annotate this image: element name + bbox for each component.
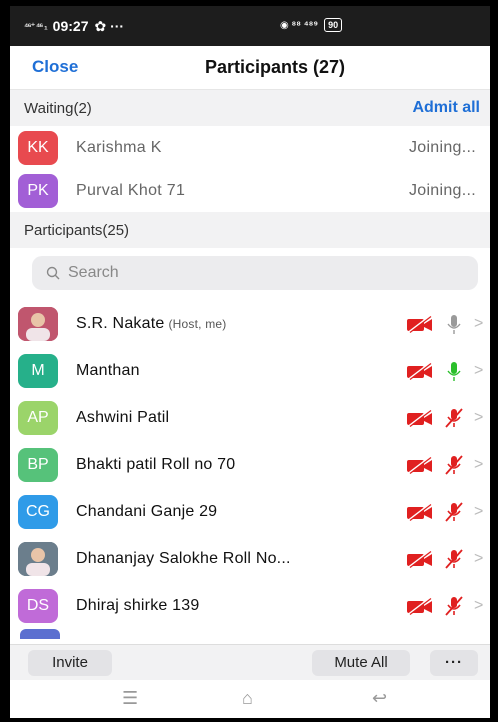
close-button[interactable]: Close — [32, 57, 78, 77]
participant-name-cell: Bhakti patil Roll no 70 — [76, 456, 406, 474]
mic-on-icon — [447, 314, 461, 334]
mic-muted-icon — [445, 454, 463, 475]
participants-section-header: Participants(25) — [10, 212, 490, 248]
participant-controls: > — [406, 407, 484, 429]
video-off-icon — [407, 408, 432, 427]
avatar-photo — [18, 306, 58, 341]
participant-name-cell: Chandani Ganje 29 — [76, 503, 406, 521]
participant-name-cell: Manthan — [76, 362, 406, 380]
menu-nav-icon[interactable]: ☰ — [122, 688, 138, 709]
next-avatar-peek — [20, 629, 60, 639]
mic-muted-icon — [445, 407, 463, 428]
mic-active-icon — [447, 361, 461, 381]
status-bar: ⁴⁶⁺ ⁴⁶ ₁ 09:27 ✿ ··· ◉ ⁸⁸ ⁴⁸⁹ 90 — [10, 6, 490, 46]
waiting-row[interactable]: PK Purval Khot 71 Joining... — [10, 169, 490, 212]
participants-header: Close Participants (27) — [10, 46, 490, 90]
search-container: Search — [10, 248, 490, 300]
avatar: M — [18, 353, 58, 388]
avatar: AP — [18, 400, 58, 435]
joining-status: Joining... — [408, 181, 476, 199]
waiting-row[interactable]: KK Karishma K Joining... — [10, 126, 490, 169]
participant-name: Dhiraj shirke 139 — [76, 596, 200, 614]
search-icon — [46, 266, 60, 280]
device-frame: ⁴⁶⁺ ⁴⁶ ₁ 09:27 ✿ ··· ◉ ⁸⁸ ⁴⁸⁹ 90 Close P… — [0, 0, 498, 722]
participants-label: Participants(25) — [24, 221, 130, 239]
participant-name-cell: S.R. Nakate (Host, me) — [76, 315, 406, 333]
avatar-photo — [18, 541, 58, 576]
home-nav-icon[interactable]: ⌂ — [242, 688, 253, 709]
mic-muted-icon — [445, 501, 463, 522]
waiting-section-header: Waiting(2) Admit all — [10, 90, 490, 126]
avatar: DS — [18, 588, 58, 623]
chevron-right-icon[interactable]: > — [474, 362, 484, 380]
participant-name-cell: Dhiraj shirke 139 — [76, 597, 406, 615]
chevron-right-icon[interactable]: > — [474, 503, 484, 521]
participant-controls: > — [406, 360, 484, 382]
joining-status: Joining... — [408, 138, 476, 156]
participant-name: Dhananjay Salokhe Roll No... — [76, 549, 291, 567]
mic-muted-icon — [445, 548, 463, 569]
avatar: CG — [18, 494, 58, 529]
waiting-label: Waiting(2) — [24, 99, 92, 117]
avatar: KK — [18, 130, 58, 165]
search-input[interactable]: Search — [32, 256, 478, 290]
video-off-icon — [407, 502, 432, 521]
admit-all-button[interactable]: Admit all — [412, 99, 480, 117]
waiting-list: KK Karishma K Joining... PK Purval Khot 71 Jo… — [10, 126, 490, 212]
mute-all-button[interactable]: Mute All — [312, 649, 410, 676]
participant-row[interactable]: DS Dhiraj shirke 139 > — [10, 582, 490, 629]
waiting-name: Purval Khot 71 — [76, 181, 186, 199]
video-off-icon — [407, 455, 432, 474]
invite-button[interactable]: Invite — [28, 649, 112, 676]
participant-controls: > — [406, 548, 484, 570]
participant-row[interactable]: CG Chandani Ganje 29 > — [10, 488, 490, 535]
signal-icon: ⁴⁶⁺ ⁴⁶ ₁ — [24, 20, 48, 31]
participant-controls: > — [406, 454, 484, 476]
participant-controls: > — [406, 501, 484, 523]
participant-name-cell: Ashwini Patil — [76, 409, 406, 427]
participant-row[interactable]: S.R. Nakate (Host, me) > — [10, 300, 490, 347]
chevron-right-icon[interactable]: > — [474, 456, 484, 474]
video-off-icon — [407, 549, 432, 568]
android-nav-bar: ☰ ⌂ ↩ — [10, 680, 490, 718]
chevron-right-icon[interactable]: > — [474, 550, 484, 568]
participant-name-cell: Dhananjay Salokhe Roll No... — [76, 550, 406, 568]
phone-screen: ⁴⁶⁺ ⁴⁶ ₁ 09:27 ✿ ··· ◉ ⁸⁸ ⁴⁸⁹ 90 Close P… — [10, 6, 490, 718]
chevron-right-icon[interactable]: > — [474, 315, 484, 333]
avatar: BP — [18, 447, 58, 482]
bottom-toolbar: Invite Mute All ··· — [10, 644, 490, 680]
page-title: Participants (27) — [204, 57, 346, 77]
status-extras: ✿ ··· — [94, 17, 125, 34]
participant-name: S.R. Nakate — [76, 314, 165, 332]
waiting-name: Karishma K — [76, 138, 162, 156]
clock: 09:27 — [52, 18, 89, 34]
search-placeholder: Search — [68, 264, 119, 281]
participant-name: Manthan — [76, 361, 140, 379]
participant-row[interactable]: Dhananjay Salokhe Roll No... > — [10, 535, 490, 582]
more-options-button[interactable]: ··· — [430, 649, 478, 676]
participant-controls: > — [406, 313, 484, 335]
participant-controls: > — [406, 595, 484, 617]
battery-icon: 90 — [324, 18, 343, 32]
back-nav-icon[interactable]: ↩ — [372, 688, 387, 709]
participant-row[interactable]: M Manthan > — [10, 347, 490, 394]
chevron-right-icon[interactable]: > — [474, 597, 484, 615]
avatar: PK — [18, 173, 58, 208]
participant-name: Ashwini Patil — [76, 408, 170, 426]
host-tag: (Host, me) — [168, 316, 227, 331]
chevron-right-icon[interactable]: > — [474, 409, 484, 427]
video-off-icon — [407, 314, 432, 333]
participant-row[interactable]: BP Bhakti patil Roll no 70 > — [10, 441, 490, 488]
participant-list: S.R. Nakate (Host, me) > M Manthan > AP Ashwini… — [10, 300, 490, 629]
participant-name: Bhakti patil Roll no 70 — [76, 455, 236, 473]
participant-name: Chandani Ganje 29 — [76, 502, 218, 520]
video-off-icon — [407, 361, 432, 380]
mic-muted-icon — [445, 595, 463, 616]
status-center-icons: ◉ ⁸⁸ ⁴⁸⁹ — [280, 19, 319, 31]
video-off-icon — [407, 596, 432, 615]
participant-row[interactable]: AP Ashwini Patil > — [10, 394, 490, 441]
